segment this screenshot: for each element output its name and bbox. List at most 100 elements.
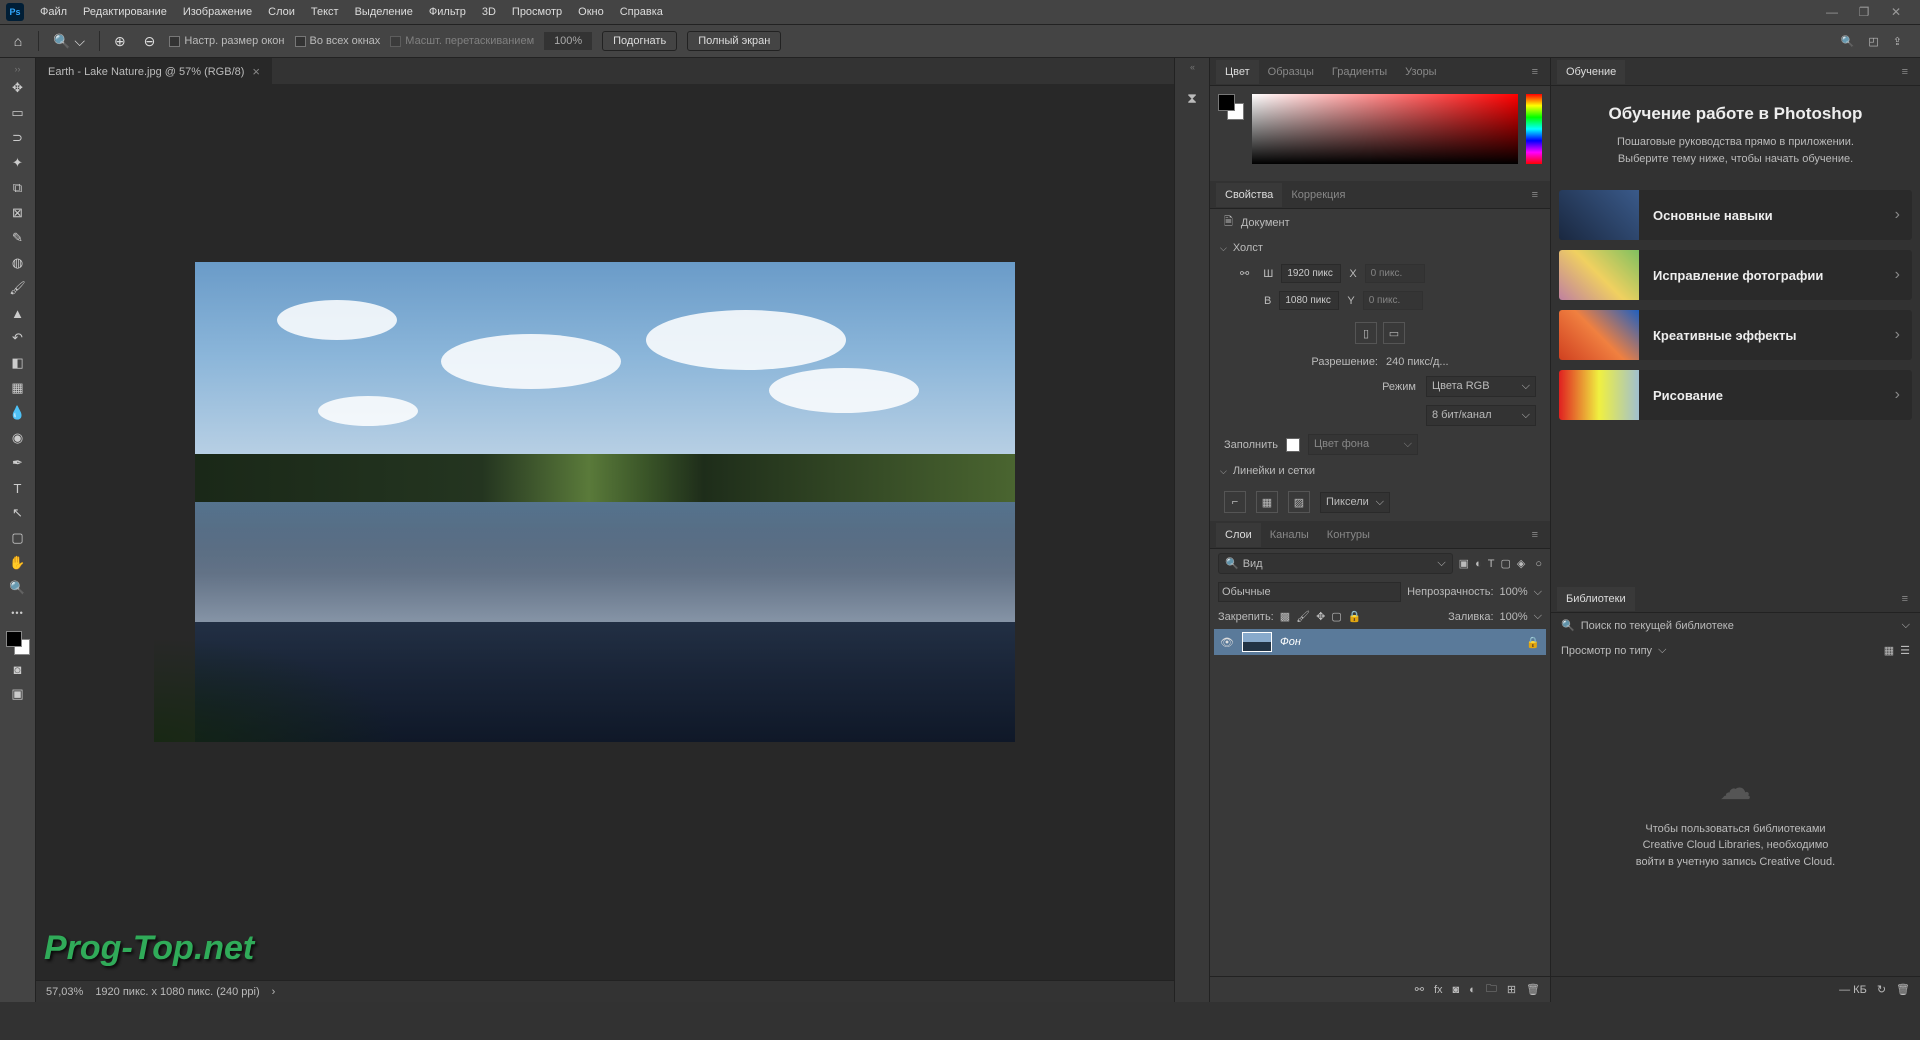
heal-tool[interactable]: ◍ [4, 252, 32, 274]
filter-smart-icon[interactable]: ◈ [1517, 557, 1525, 570]
landscape-icon[interactable]: ▭ [1383, 322, 1405, 344]
zoom-tool[interactable]: 🔍 [4, 577, 32, 599]
doc-info[interactable]: 1920 пикс. x 1080 пикс. (240 ppi) [95, 986, 259, 998]
frame-tool[interactable]: ⊠ [4, 202, 32, 224]
crop-tool[interactable]: ⧉ [4, 177, 32, 199]
eyedropper-tool[interactable]: ✎ [4, 227, 32, 249]
eraser-tool[interactable]: ◧ [4, 352, 32, 374]
panel-menu-icon[interactable]: ≡ [1896, 593, 1914, 605]
document-tab[interactable]: Earth - Lake Nature.jpg @ 57% (RGB/8) × [36, 58, 272, 84]
type-tool[interactable]: T [4, 477, 32, 499]
fx-icon[interactable]: fx [1434, 984, 1443, 996]
swatches-tab[interactable]: Образцы [1259, 60, 1323, 84]
marquee-tool[interactable]: ▭ [4, 102, 32, 124]
fullscreen-button[interactable]: Полный экран [687, 31, 781, 51]
learn-item-drawing[interactable]: Рисование› [1559, 370, 1912, 420]
delete-icon[interactable]: 🗑 [1526, 983, 1540, 996]
lock-artboard-icon[interactable]: ▢ [1331, 610, 1341, 623]
share-icon[interactable]: ⇪ [1893, 35, 1902, 48]
screenmode-tool[interactable]: ▣ [4, 683, 32, 705]
resize-checkbox[interactable] [169, 36, 180, 47]
edit-toolbar[interactable]: ••• [4, 602, 32, 624]
filter-type-icon[interactable]: T [1488, 558, 1495, 570]
stamp-tool[interactable]: ▲ [4, 302, 32, 324]
status-chevron-icon[interactable]: › [272, 986, 276, 998]
mode-select[interactable]: Цвета RGB⌵ [1426, 376, 1536, 397]
zoom-in-icon[interactable]: ⊕ [110, 33, 130, 50]
fit-button[interactable]: Подогнать [602, 31, 677, 51]
learn-item-photo[interactable]: Исправление фотографии› [1559, 250, 1912, 300]
menu-filter[interactable]: Фильтр [421, 2, 474, 22]
pen-tool[interactable]: ✒ [4, 452, 32, 474]
canvas[interactable]: Prog-Top.net [36, 84, 1174, 980]
mask-icon[interactable]: ◙ [1453, 984, 1460, 996]
panel-menu-icon[interactable]: ≡ [1526, 529, 1544, 541]
gradients-tab[interactable]: Градиенты [1323, 60, 1396, 84]
menu-text[interactable]: Текст [303, 2, 347, 22]
quickmask-tool[interactable]: ◙ [4, 658, 32, 680]
depth-select[interactable]: 8 бит/канал⌵ [1426, 405, 1536, 426]
list-view-icon[interactable]: ☰ [1900, 644, 1910, 657]
frame-icon[interactable]: ◰ [1868, 35, 1878, 48]
window-restore[interactable]: ❐ [1854, 5, 1874, 19]
blur-tool[interactable]: 💧 [4, 402, 32, 424]
menu-select[interactable]: Выделение [347, 2, 421, 22]
adjustment-icon[interactable]: ◐ [1469, 984, 1476, 996]
lib-delete-icon[interactable]: 🗑 [1896, 983, 1910, 996]
height-input[interactable]: 1080 пикс [1279, 291, 1339, 310]
layer-row[interactable]: 👁 Фон 🔒 [1214, 629, 1546, 655]
dodge-tool[interactable]: ◉ [4, 427, 32, 449]
learn-tab[interactable]: Обучение [1557, 60, 1625, 84]
dropdown-icon[interactable]: ⌵ [1902, 619, 1910, 632]
lasso-tool[interactable]: ⊃ [4, 127, 32, 149]
filter-image-icon[interactable]: ▣ [1459, 557, 1469, 570]
link-layers-icon[interactable]: ⚯ [1415, 983, 1424, 996]
properties-tab[interactable]: Свойства [1216, 183, 1282, 207]
filter-adjust-icon[interactable]: ◐ [1475, 558, 1482, 570]
path-tool[interactable]: ↖ [4, 502, 32, 524]
x-input[interactable]: 0 пикс. [1365, 264, 1425, 283]
paths-tab[interactable]: Контуры [1318, 523, 1379, 547]
panel-menu-icon[interactable]: ≡ [1526, 189, 1544, 201]
patterns-tab[interactable]: Узоры [1396, 60, 1445, 84]
zoom-input[interactable]: 100% [544, 32, 592, 50]
tab-close-icon[interactable]: × [252, 64, 260, 79]
menu-file[interactable]: Файл [32, 2, 75, 22]
menu-window[interactable]: Окно [570, 2, 612, 22]
allwin-checkbox[interactable] [295, 36, 306, 47]
learn-item-basics[interactable]: Основные навыки› [1559, 190, 1912, 240]
view-type[interactable]: Просмотр по типу [1561, 645, 1652, 657]
canvas-section[interactable]: Холст [1233, 242, 1263, 254]
window-close[interactable]: ✕ [1886, 5, 1906, 19]
wand-tool[interactable]: ✦ [4, 152, 32, 174]
lock-icon[interactable]: 🔒 [1526, 636, 1540, 649]
menu-edit[interactable]: Редактирование [75, 2, 175, 22]
filter-toggle[interactable]: ○ [1535, 558, 1542, 570]
lock-position-icon[interactable]: ✥ [1316, 610, 1325, 623]
grid-view-icon[interactable]: ▦ [1884, 644, 1894, 657]
lock-all-icon[interactable]: 🔒 [1348, 610, 1362, 623]
libraries-tab[interactable]: Библиотеки [1557, 587, 1635, 611]
visibility-icon[interactable]: 👁 [1220, 636, 1234, 649]
channels-tab[interactable]: Каналы [1261, 523, 1318, 547]
expand-strip-icon[interactable]: ‹‹ [1190, 62, 1194, 72]
window-minimize[interactable]: — [1822, 5, 1842, 19]
learn-item-creative[interactable]: Креативные эффекты› [1559, 310, 1912, 360]
menu-layers[interactable]: Слои [260, 2, 303, 22]
ruler-icon[interactable]: ⌐ [1224, 491, 1246, 513]
grid-icon[interactable]: ▦ [1256, 491, 1278, 513]
home-icon[interactable]: ⌂ [8, 31, 28, 51]
y-input[interactable]: 0 пикс. [1363, 291, 1423, 310]
fill-swatch[interactable] [1286, 438, 1300, 452]
guides-icon[interactable]: ▨ [1288, 491, 1310, 513]
zoom-out-icon[interactable]: ⊖ [140, 33, 160, 50]
gradient-tool[interactable]: ▦ [4, 377, 32, 399]
fill-select[interactable]: Цвет фона⌵ [1308, 434, 1418, 455]
library-search[interactable]: Поиск по текущей библиотеке [1581, 620, 1896, 632]
layer-filter[interactable]: 🔍Вид⌵ [1218, 553, 1453, 574]
brush-tool[interactable]: 🖌 [4, 277, 32, 299]
units-select[interactable]: Пиксели⌵ [1320, 492, 1390, 513]
move-tool[interactable]: ✥ [4, 77, 32, 99]
panel-menu-icon[interactable]: ≡ [1896, 66, 1914, 78]
hue-slider[interactable] [1526, 94, 1542, 164]
